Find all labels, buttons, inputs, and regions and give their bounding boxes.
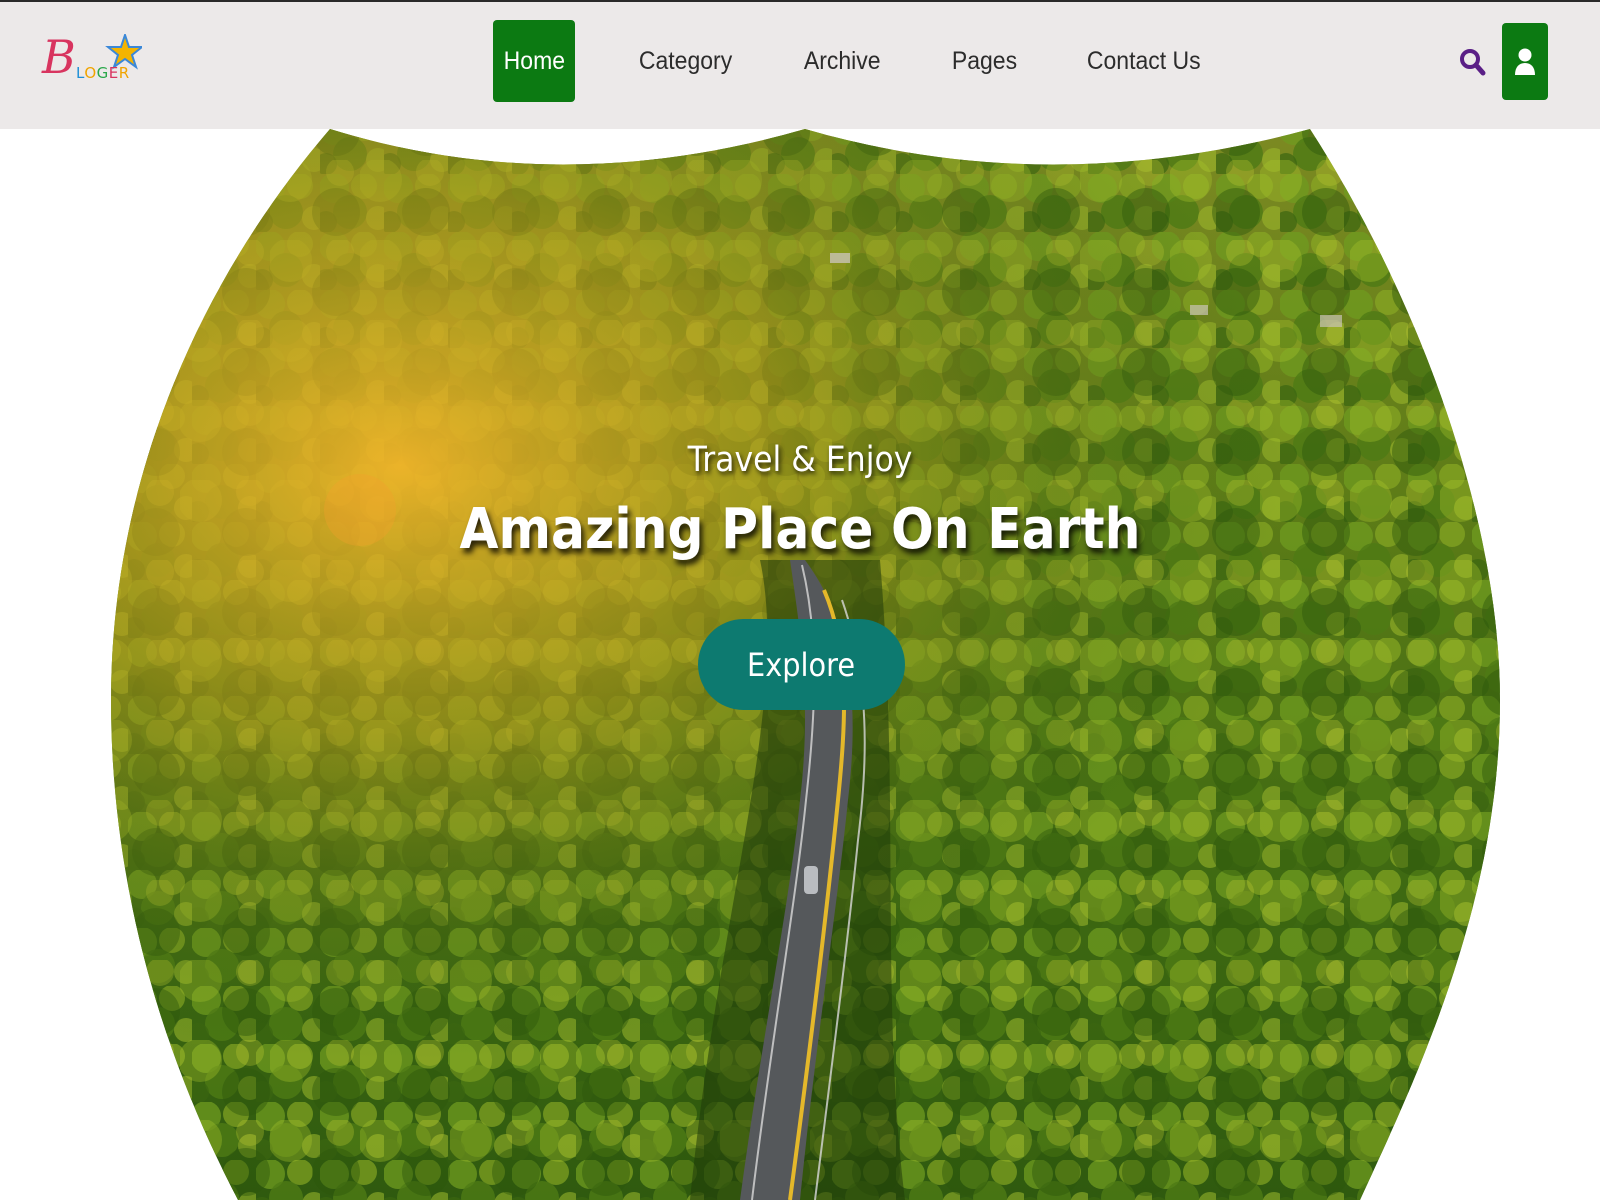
logo-letter: O — [84, 64, 97, 82]
nav-item-category[interactable]: Category — [626, 20, 745, 102]
nav-item-contact-us[interactable]: Contact Us — [1074, 20, 1214, 102]
hero-title: Amazing Place On Earth — [459, 497, 1141, 562]
user-icon — [1515, 48, 1535, 75]
site-header: B LOGER Home Category Archive Pages Cont… — [0, 0, 1600, 129]
logo-letter: R — [118, 64, 130, 82]
logo-letter: G — [96, 64, 109, 82]
explore-button-label: Explore — [747, 645, 856, 684]
search-button[interactable] — [1458, 46, 1488, 80]
user-account-button[interactable] — [1502, 23, 1548, 100]
main-nav: Home Category Archive Pages Contact Us — [493, 20, 1261, 102]
hero-image — [111, 129, 1500, 1200]
site-logo[interactable]: B LOGER — [40, 32, 150, 92]
nav-item-archive[interactable]: Archive — [791, 20, 893, 102]
hero-section: Travel & Enjoy Amazing Place On Earth Ex… — [0, 0, 1600, 1200]
search-icon — [1460, 49, 1486, 76]
logo-letter: E — [108, 64, 119, 82]
logo-wordmark: LOGER — [76, 66, 130, 81]
hero-subtitle: Travel & Enjoy — [687, 440, 913, 480]
logo-initial: B — [42, 30, 76, 84]
nav-item-home[interactable]: Home — [493, 20, 575, 102]
nav-item-pages[interactable]: Pages — [939, 20, 1030, 102]
nav-item-label: Home — [503, 46, 565, 75]
explore-button[interactable]: Explore — [698, 619, 905, 710]
